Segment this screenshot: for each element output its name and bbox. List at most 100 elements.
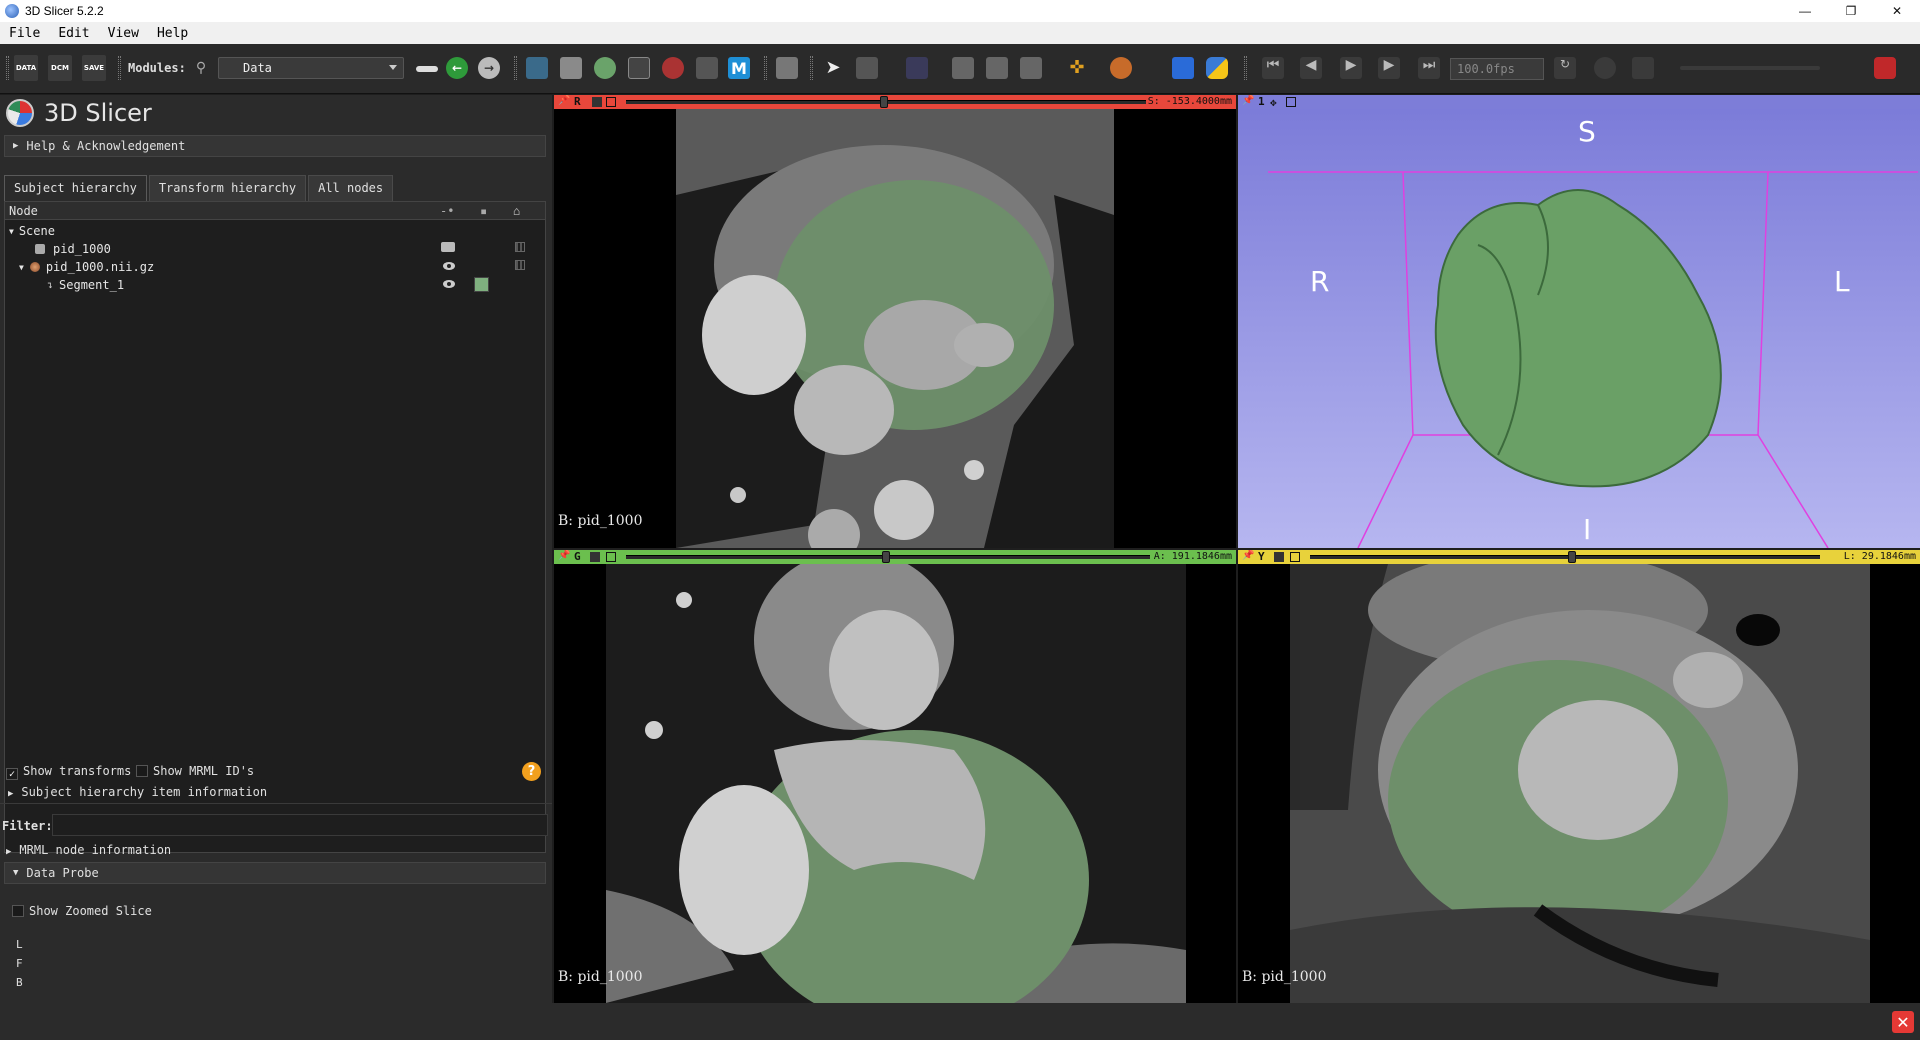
next-frame-icon[interactable]: ▶ <box>1378 57 1400 79</box>
slider-thumb[interactable] <box>882 551 890 563</box>
link-icon[interactable] <box>1274 552 1284 562</box>
m-icon[interactable]: M <box>728 57 750 79</box>
red-view-controller[interactable]: 📌 R S: -153.4000mm <box>554 95 1236 109</box>
back-icon[interactable]: ← <box>446 57 468 79</box>
show-zoomed-slice-checkbox[interactable]: Show Zoomed Slice <box>12 904 152 918</box>
error-log-button[interactable]: ✕ <box>1892 1011 1914 1033</box>
fiducial-icon[interactable] <box>1110 57 1132 79</box>
red-slice-view[interactable]: 📌 R S: -153.4000mm B: pid_1000 <box>554 95 1236 548</box>
maximize-view-icon[interactable] <box>606 97 616 107</box>
yellow-slice-view[interactable]: 📌 Y L: 29.1846mm B: pid_1000 <box>1238 550 1920 1003</box>
fps-field[interactable]: 100.0fps <box>1450 58 1544 80</box>
menu-file[interactable]: File <box>0 26 49 41</box>
home-icon[interactable] <box>628 57 650 79</box>
3d-view[interactable]: 📌 1 ✥ S R L I <box>1238 95 1920 548</box>
minimize-button[interactable]: — <box>1782 0 1828 22</box>
box-icon[interactable] <box>560 57 582 79</box>
layout-icon[interactable] <box>856 57 878 79</box>
tree-row-nii[interactable]: ▼ pid_1000.nii.gz <box>19 258 154 276</box>
play-icon[interactable]: ▶ <box>1340 57 1362 79</box>
module-list-icon[interactable] <box>416 66 438 72</box>
probe-f: F <box>16 957 23 970</box>
transform-column-icon[interactable]: ⌂ <box>513 204 520 218</box>
bug-icon[interactable] <box>1874 57 1896 79</box>
help-section[interactable]: ▶ Help & Acknowledgement <box>4 135 546 157</box>
sequence-slider[interactable] <box>1680 66 1820 70</box>
pin-icon[interactable]: 📌 <box>1242 95 1254 106</box>
tab-subject-hierarchy[interactable]: Subject hierarchy <box>4 175 147 201</box>
transform-icon[interactable] <box>515 260 525 270</box>
pin-icon[interactable]: 📌 <box>558 550 570 561</box>
capture-icon[interactable] <box>1020 57 1042 79</box>
dicom-button[interactable]: DCM <box>48 55 72 81</box>
yellow-view-controller[interactable]: 📌 Y L: 29.1846mm <box>1238 550 1920 564</box>
save-button[interactable]: SAVE <box>82 55 106 81</box>
extensions-icon[interactable] <box>526 57 548 79</box>
tree-row-scene[interactable]: ▼ Scene <box>9 222 55 240</box>
3d-view-controller[interactable]: 📌 1 ✥ <box>1238 95 1920 109</box>
forward-icon[interactable]: → <box>478 57 500 79</box>
subject-hierarchy-tree[interactable]: Node -• ▪ ⌂ ▼ Scene pid_1000 ▼ pid_1000.… <box>4 201 546 853</box>
mrml-info-section[interactable]: ▶ MRML node information <box>6 843 171 857</box>
volume-visibility-icon[interactable] <box>441 242 455 252</box>
record-button-icon[interactable] <box>1594 57 1616 79</box>
prev-frame-icon[interactable]: ◀ <box>1300 57 1322 79</box>
transform-icon[interactable] <box>515 242 525 252</box>
module-selector[interactable]: Data <box>218 57 404 79</box>
item-info-section[interactable]: ▶ Subject hierarchy item information <box>8 785 267 799</box>
eye-icon[interactable] <box>443 280 455 288</box>
menu-edit[interactable]: Edit <box>49 26 98 41</box>
brush-icon[interactable] <box>696 57 718 79</box>
show-mrml-ids-checkbox[interactable]: Show MRML ID's <box>136 764 254 778</box>
show-transforms-checkbox[interactable]: ✓ Show transforms <box>6 764 131 780</box>
last-frame-icon[interactable]: ⏭ <box>1418 57 1440 79</box>
pin-icon[interactable]: 📌 <box>1242 550 1254 561</box>
visibility-column-icon[interactable]: -• <box>440 204 454 218</box>
slice-offset-slider[interactable] <box>1310 555 1820 559</box>
help-icon[interactable]: ? <box>522 762 541 781</box>
filter-input[interactable] <box>52 814 548 836</box>
segment-icon[interactable] <box>594 57 616 79</box>
crosshair-icon[interactable]: ✜ <box>1066 57 1088 79</box>
green-slice-view[interactable]: 📌 G A: 191.1846mm B: pid_1000 <box>554 550 1236 1003</box>
slider-thumb[interactable] <box>880 96 888 108</box>
data-probe-section[interactable]: ▼ Data Probe <box>4 862 546 884</box>
snapshot-icon[interactable] <box>1632 57 1654 79</box>
record-icon[interactable] <box>986 57 1008 79</box>
maximize-view-icon[interactable] <box>1286 97 1296 107</box>
link-icon[interactable] <box>592 97 602 107</box>
tree-row-segment[interactable]: ↴ Segment_1 <box>47 276 124 294</box>
menu-view[interactable]: View <box>99 26 148 41</box>
maximize-view-icon[interactable] <box>606 552 616 562</box>
camera-icon[interactable] <box>952 57 974 79</box>
menu-help[interactable]: Help <box>148 26 197 41</box>
close-button[interactable]: ✕ <box>1874 0 1920 22</box>
link-icon[interactable] <box>590 552 600 562</box>
screenshot-icon[interactable] <box>776 57 798 79</box>
green-view-controller[interactable]: 📌 G A: 191.1846mm <box>554 550 1236 564</box>
python-icon[interactable] <box>1206 57 1228 79</box>
probe-l: L <box>16 938 23 951</box>
eye-icon[interactable] <box>443 262 455 270</box>
tree-row-pid-1000[interactable]: pid_1000 <box>35 240 111 258</box>
pointer-icon[interactable]: ➤ <box>822 57 844 79</box>
crosshair-link-icon[interactable] <box>906 57 928 79</box>
maximize-view-icon[interactable] <box>1290 552 1300 562</box>
center-icon[interactable]: ✥ <box>1270 96 1277 109</box>
first-frame-icon[interactable]: ⏮ <box>1262 57 1284 79</box>
search-icon[interactable]: ⚲ <box>194 55 208 81</box>
tab-transform-hierarchy[interactable]: Transform hierarchy <box>148 175 307 201</box>
maximize-button[interactable]: ❐ <box>1828 0 1874 22</box>
tab-all-nodes[interactable]: All nodes <box>308 175 394 201</box>
checkmark-icon: ✓ <box>6 768 18 780</box>
tree-header: Node -• ▪ ⌂ <box>5 202 545 220</box>
markups-icon[interactable] <box>662 57 684 79</box>
load-data-button[interactable]: DATA <box>14 55 38 81</box>
slider-thumb[interactable] <box>1568 551 1576 563</box>
pin-icon[interactable]: 📌 <box>558 95 570 106</box>
volume-label: B: pid_1000 <box>1242 969 1327 985</box>
segment-color-swatch[interactable] <box>474 277 489 292</box>
loop-icon[interactable]: ↻ <box>1554 57 1576 79</box>
extension-manager-icon[interactable] <box>1172 57 1194 79</box>
color-column-icon[interactable]: ▪ <box>480 204 487 218</box>
